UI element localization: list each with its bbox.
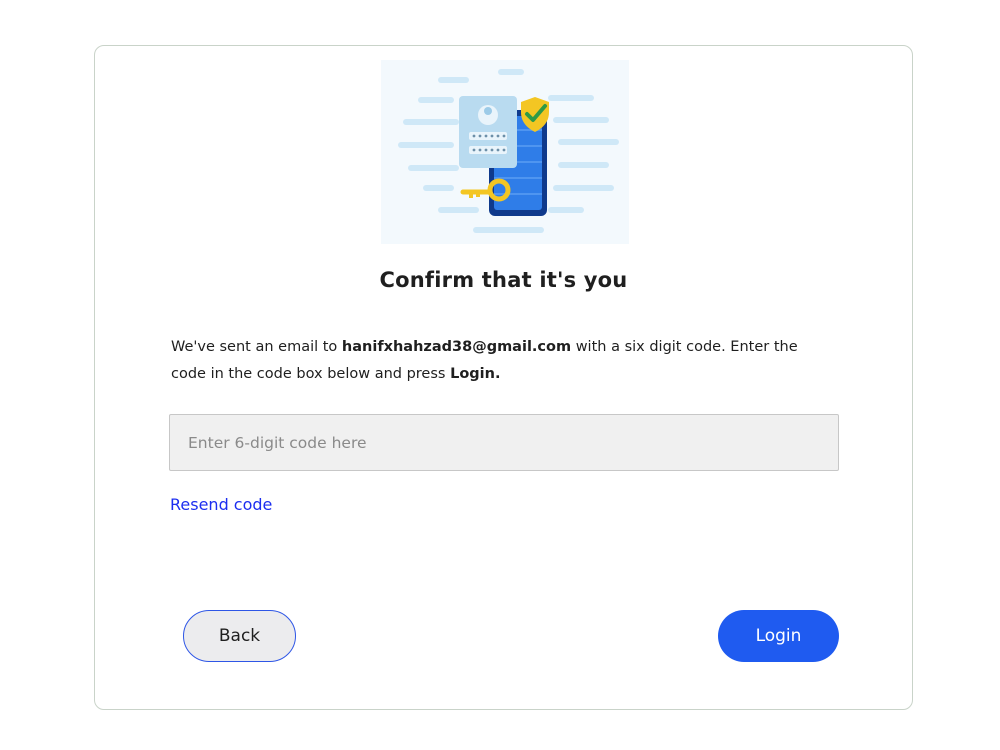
resend-code-link[interactable]: Resend code <box>170 495 272 514</box>
verification-illustration <box>381 60 629 244</box>
instructions-text: We've sent an email to hanifxhahzad38@gm… <box>171 334 831 388</box>
phone-id-card-key-icon <box>398 69 619 233</box>
instructions-part1: We've sent an email to <box>171 339 342 355</box>
login-keyword: Login. <box>450 366 501 382</box>
recipient-email: hanifxhahzad38@gmail.com <box>341 339 572 355</box>
verification-code-input[interactable] <box>169 414 839 471</box>
back-button[interactable]: Back <box>183 610 296 662</box>
login-button[interactable]: Login <box>718 610 839 662</box>
page-title: Confirm that it's you <box>379 268 628 292</box>
